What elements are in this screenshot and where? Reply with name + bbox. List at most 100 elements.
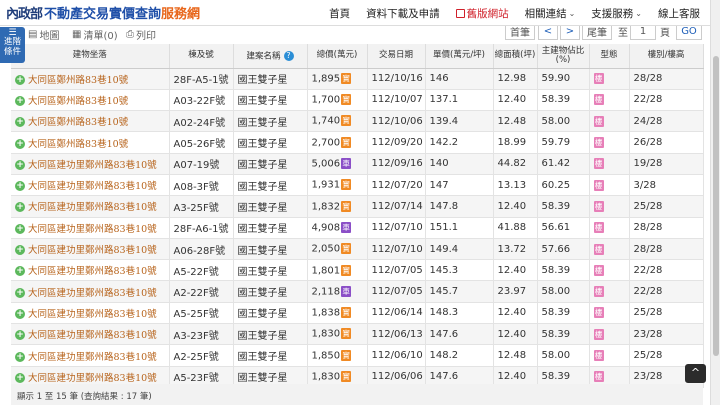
expand-plus-icon[interactable]: + — [15, 159, 25, 170]
cell-unit-price: 147 — [425, 174, 494, 197]
table-row[interactable]: + 大同區鄭州路83巷10號 28F-A5-1號 國王雙子星 1,895 實 112/10/… — [11, 68, 704, 90]
transaction-badge[interactable]: 實 — [341, 243, 352, 255]
table-row[interactable]: + 大同區建功里鄭州路83巷10號 A08-3F號 國王雙子星 1,931 實 112/07… — [11, 174, 704, 197]
transaction-badge[interactable]: 實 — [341, 264, 352, 276]
table-row[interactable]: + 大同區建功里鄭州路83巷10號 A06-28F號 國王雙子星 2,050 實 112/0… — [11, 238, 704, 261]
list-button[interactable]: ▦ 清單(0) — [72, 27, 118, 42]
table-row[interactable]: + 大同區建功里鄭州路83巷10號 28F-A6-1號 國王雙子星 4,908 車 112/… — [11, 217, 704, 239]
transaction-badge[interactable]: 車 — [341, 221, 352, 233]
expand-plus-icon[interactable]: + — [15, 330, 25, 341]
nav-customer-service[interactable]: 線上客服 — [658, 6, 700, 21]
col-header-type[interactable]: 型態 — [589, 44, 630, 69]
expand-plus-icon[interactable]: + — [15, 372, 25, 383]
expand-plus-icon[interactable]: + — [15, 351, 25, 362]
price-text: 2,118 — [311, 286, 341, 298]
transaction-badge[interactable]: 實 — [341, 72, 352, 84]
expand-plus-icon[interactable]: + — [15, 287, 25, 298]
transaction-badge[interactable]: 實 — [341, 115, 352, 127]
table-row[interactable]: + 大同區建功里鄭州路83巷10號 A2-25F號 國王雙子星 1,850 實 112/06… — [11, 344, 704, 367]
table-row[interactable]: + 大同區建功里鄭州路83巷10號 A5-22F號 國王雙子星 1,801 實 112/07… — [11, 259, 704, 282]
expand-plus-icon[interactable]: + — [15, 308, 25, 319]
expand-plus-icon[interactable]: + — [15, 245, 25, 256]
cell-address[interactable]: + 大同區建功里鄭州路83巷10號 — [11, 323, 170, 346]
address-text: 大同區鄭州路83巷10號 — [28, 95, 129, 107]
cell-date: 112/06/10 — [367, 344, 426, 367]
nav-home[interactable]: 首頁 — [329, 6, 350, 21]
table-row[interactable]: + 大同區鄭州路83巷10號 A02-24F號 國王雙子星 1,740 實 112/10/0… — [11, 110, 704, 133]
table-row[interactable]: + 大同區鄭州路83巷10號 A03-22F號 國王雙子星 1,700 實 112/10/0… — [11, 89, 704, 112]
cell-address[interactable]: + 大同區鄭州路83巷10號 — [11, 68, 170, 90]
cell-project: 國王雙子星 — [233, 131, 308, 154]
transaction-badge[interactable]: 實 — [341, 179, 352, 191]
expand-plus-icon[interactable]: + — [15, 181, 25, 192]
cell-ratio: 58.39 — [537, 302, 590, 325]
cell-address[interactable]: + 大同區鄭州路83巷10號 — [11, 131, 170, 154]
transaction-badge[interactable]: 實 — [341, 349, 352, 361]
help-icon[interactable]: ? — [283, 50, 294, 61]
col-header-area[interactable]: 總面積(坪) — [493, 44, 538, 69]
cell-unit-price: 146 — [425, 68, 494, 90]
expand-plus-icon[interactable]: + — [15, 95, 25, 106]
transaction-badge[interactable]: 實 — [341, 200, 352, 212]
table-row[interactable]: + 大同區建功里鄭州路83巷10號 A3-25F號 國王雙子星 1,832 實 112/07… — [11, 195, 704, 218]
col-header-project[interactable]: 建案名稱? — [233, 44, 308, 69]
cell-unit: A03-22F號 — [169, 89, 234, 112]
price-text: 1,850 — [311, 350, 341, 362]
cell-address[interactable]: + 大同區鄭州路83巷10號 — [11, 110, 170, 133]
transaction-badge[interactable]: 實 — [341, 371, 352, 383]
building-type-badge: 樓 — [593, 328, 604, 340]
table-row[interactable]: + 大同區鄭州路83巷10號 A05-26F號 國王雙子星 2,700 實 112/09/2… — [11, 131, 704, 154]
col-header-floor[interactable]: 樓別/樓高 — [629, 44, 704, 69]
scrollbar-thumb[interactable] — [713, 56, 719, 356]
expand-plus-icon[interactable]: + — [15, 202, 25, 213]
page-scrollbar[interactable] — [710, 0, 720, 405]
expand-plus-icon[interactable]: + — [15, 266, 25, 277]
map-button[interactable]: ▤ 地圖 — [28, 27, 59, 42]
col-header-ratio[interactable]: 主建物佔比(%) — [537, 44, 590, 69]
cell-address[interactable]: + 大同區建功里鄭州路83巷10號 — [11, 153, 170, 175]
col-header-unit[interactable]: 棟及號 — [169, 44, 234, 69]
expand-plus-icon[interactable]: + — [15, 223, 25, 234]
table-row[interactable]: + 大同區建功里鄭州路83巷10號 A5-25F號 國王雙子星 1,838 實 112/06… — [11, 302, 704, 325]
cell-address[interactable]: + 大同區建功里鄭州路83巷10號 — [11, 195, 170, 218]
cell-floor: 24/28 — [629, 110, 704, 133]
table-row[interactable]: + 大同區建功里鄭州路83巷10號 A3-23F號 國王雙子星 1,830 實 112/06… — [11, 323, 704, 346]
print-button[interactable]: ⎙ 列印 — [126, 27, 156, 42]
transaction-badge[interactable]: 車 — [341, 285, 352, 297]
col-header-unit-price[interactable]: 單價(萬元/坪) — [425, 44, 494, 69]
cell-address[interactable]: + 大同區建功里鄭州路83巷10號 — [11, 280, 170, 303]
transaction-badge[interactable]: 實 — [341, 328, 352, 340]
col-header-price[interactable]: 總價(萬元) — [307, 44, 368, 69]
expand-plus-icon[interactable]: + — [15, 138, 25, 149]
transaction-badge[interactable]: 實 — [341, 136, 352, 148]
transaction-badge[interactable]: 車 — [341, 158, 352, 170]
cell-area: 12.40 — [493, 89, 538, 112]
site-logo[interactable]: 內政部 不動產交易實價查詢 服務網 — [6, 3, 200, 22]
cell-address[interactable]: + 大同區建功里鄭州路83巷10號 — [11, 302, 170, 325]
expand-plus-icon[interactable]: + — [15, 74, 25, 85]
nav-links[interactable]: 相關連結 ⌄ — [525, 6, 576, 21]
cell-address[interactable]: + 大同區建功里鄭州路83巷10號 — [11, 174, 170, 197]
cell-type: 樓 — [589, 280, 630, 303]
cell-address[interactable]: + 大同區建功里鄭州路83巷10號 — [11, 238, 170, 261]
expand-plus-icon[interactable]: + — [15, 117, 25, 128]
back-to-top-button[interactable]: ^ — [685, 364, 706, 383]
cell-address[interactable]: + 大同區建功里鄭州路83巷10號 — [11, 217, 170, 239]
table-row[interactable]: + 大同區建功里鄭州路83巷10號 A2-22F號 國王雙子星 2,118 車 112/07… — [11, 280, 704, 303]
nav-download[interactable]: 資料下載及申請 — [366, 6, 440, 21]
cell-address[interactable]: + 大同區建功里鄭州路83巷10號 — [11, 259, 170, 282]
table-row[interactable]: + 大同區建功里鄭州路83巷10號 A07-19號 國王雙子星 5,006 車 112/09… — [11, 153, 704, 175]
nav-old-site[interactable]: 舊版網站 — [455, 6, 509, 21]
advanced-filter-tab[interactable]: ☰ 進階條件 — [0, 27, 25, 63]
transaction-badge[interactable]: 實 — [341, 307, 352, 319]
col-header-address[interactable]: 建物坐落 — [11, 44, 170, 69]
cell-address[interactable]: + 大同區鄭州路83巷10號 — [11, 89, 170, 112]
transaction-badge[interactable]: 實 — [341, 94, 352, 106]
main-nav: 首頁 資料下載及申請 舊版網站 相關連結 ⌄ 支援服務 ⌄ 線上客服 — [313, 0, 700, 26]
cell-project: 國王雙子星 — [233, 280, 308, 303]
col-header-date[interactable]: 交易日期 — [367, 44, 426, 69]
cell-project: 國王雙子星 — [233, 344, 308, 367]
cell-address[interactable]: + 大同區建功里鄭州路83巷10號 — [11, 344, 170, 367]
nav-support[interactable]: 支援服務 ⌄ — [591, 6, 642, 21]
cell-type: 樓 — [589, 238, 630, 261]
